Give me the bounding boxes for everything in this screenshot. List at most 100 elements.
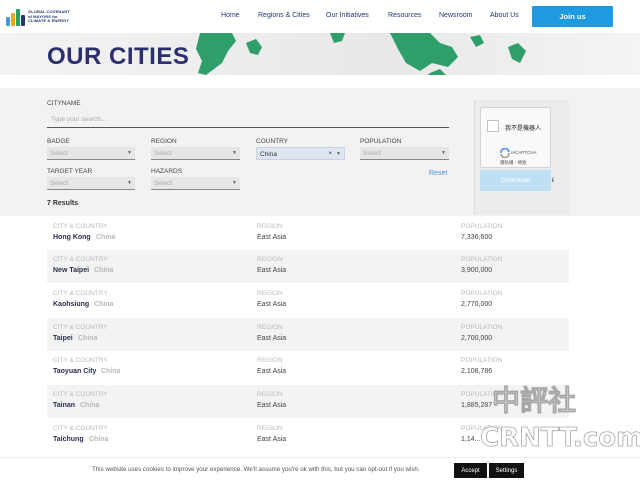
region-value: East Asia: [257, 368, 287, 375]
country-name: China: [80, 402, 100, 409]
recaptcha-label: 我不是機器人: [505, 126, 542, 132]
country-name: China: [96, 234, 116, 241]
population-column-label: POPULATION: [461, 391, 503, 398]
recaptcha-terms[interactable]: 隱私權 - 條款: [500, 160, 527, 166]
nav-regions-cities[interactable]: Regions & Cities: [258, 12, 310, 19]
city-country-column-label: CITY & COUNTRY: [53, 223, 108, 230]
population-value: 2,700,000: [461, 335, 493, 342]
hazards-select-value: Select: [154, 180, 173, 187]
city-name[interactable]: Kaohsiung: [53, 301, 89, 308]
target-year-select[interactable]: Select ▼: [47, 177, 135, 190]
download-button[interactable]: Download: [480, 170, 551, 191]
region-value: East Asia: [257, 301, 287, 308]
region-column-label: REGION: [257, 391, 283, 398]
population-value: 1,14...: [461, 436, 481, 443]
city-name[interactable]: New Taipei: [53, 267, 89, 274]
result-row[interactable]: CITY & COUNTRY REGION POPULATION Taoyuan Ci…: [47, 351, 569, 384]
country-name: China: [78, 335, 98, 342]
info-icon[interactable]: i: [552, 178, 554, 184]
city-country-column-label: CITY & COUNTRY: [53, 290, 108, 297]
city-country-column-label: CITY & COUNTRY: [53, 324, 108, 331]
region-select-value: Select: [154, 150, 173, 157]
population-column-label: POPULATION: [461, 290, 503, 297]
chevron-down-icon: ▼: [232, 180, 237, 186]
country-name: China: [89, 436, 109, 443]
population-column-label: POPULATION: [461, 324, 503, 331]
results-count: 7 Results: [47, 200, 79, 207]
population-label: POPULATION: [360, 138, 402, 145]
badge-label: BADGE: [47, 138, 70, 145]
population-value: 2,108,786: [461, 368, 493, 375]
logo-text: GLOBAL COVENANT of MAYORS for CLIMATE & …: [28, 9, 70, 24]
population-value: 2,770,000: [461, 301, 493, 308]
recaptcha-logo-icon: [500, 148, 510, 158]
result-row[interactable]: CITY & COUNTRY REGION POPULATION Kaohsiung C…: [47, 284, 569, 317]
population-value: 7,336,600: [461, 234, 493, 241]
recaptcha-checkbox[interactable]: [487, 120, 499, 132]
city-country-column-label: CITY & COUNTRY: [53, 256, 108, 263]
population-column-label: POPULATION: [461, 357, 503, 364]
result-row[interactable]: CITY & COUNTRY REGION POPULATION Taichung Ch…: [47, 419, 569, 452]
site-logo[interactable]: GLOBAL COVENANT of MAYORS for CLIMATE & …: [6, 7, 78, 27]
population-select-value: Select: [363, 150, 382, 157]
city-name[interactable]: Taoyuan City: [53, 368, 96, 375]
nav-newsroom[interactable]: Newsroom: [439, 12, 472, 19]
country-name: China: [94, 267, 114, 274]
region-value: East Asia: [257, 267, 287, 274]
country-name: China: [94, 301, 114, 308]
result-row[interactable]: CITY & COUNTRY REGION POPULATION Tainan Chin…: [47, 385, 569, 418]
hazards-select[interactable]: Select ▼: [151, 177, 240, 190]
population-select[interactable]: Select ▼: [360, 147, 449, 160]
city-country-column-label: CITY & COUNTRY: [53, 425, 108, 432]
cookie-bar: This website uses cookies to improve you…: [0, 457, 640, 481]
city-name[interactable]: Taipei: [53, 335, 73, 342]
country-name: China: [101, 368, 121, 375]
badge-select-value: Select: [50, 150, 69, 157]
chevron-down-icon: ▼: [127, 150, 132, 156]
badge-select[interactable]: Select ▼: [47, 147, 135, 160]
chevron-down-icon: ▼: [127, 180, 132, 186]
chevron-down-icon: ▼: [232, 150, 237, 156]
join-us-button[interactable]: Join us: [532, 6, 613, 27]
country-select-value: China: [260, 151, 277, 158]
region-column-label: REGION: [257, 324, 283, 331]
city-name[interactable]: Hong Kong: [53, 234, 91, 241]
target-year-label: TARGET YEAR: [47, 168, 93, 175]
city-name[interactable]: Tainan: [53, 402, 75, 409]
hero-banner: OUR CITIES: [0, 33, 640, 75]
reset-link[interactable]: Reset: [429, 170, 447, 177]
country-select[interactable]: China × ▼: [256, 147, 345, 160]
region-value: East Asia: [257, 234, 287, 241]
population-column-label: POPULATION: [461, 223, 503, 230]
region-select[interactable]: Select ▼: [151, 147, 240, 160]
cookie-settings-button[interactable]: Settings: [489, 463, 524, 478]
result-row[interactable]: CITY & COUNTRY REGION POPULATION Hong Kong C…: [47, 217, 569, 250]
population-column-label: POPULATION: [461, 425, 503, 432]
recaptcha-brand: reCAPTCHA: [511, 150, 537, 155]
region-value: East Asia: [257, 335, 287, 342]
result-row[interactable]: CITY & COUNTRY REGION POPULATION Taipei Chin…: [47, 318, 569, 351]
page-title: OUR CITIES: [47, 43, 190, 70]
search-placeholder: Type your search...: [51, 116, 107, 123]
region-column-label: REGION: [257, 357, 283, 364]
logo-bars-icon: [6, 8, 25, 26]
cookie-accept-button[interactable]: Accept: [454, 463, 487, 478]
population-column-label: POPULATION: [461, 256, 503, 263]
region-column-label: REGION: [257, 256, 283, 263]
nav-resources[interactable]: Resources: [388, 12, 421, 19]
hazards-label: HAZARDS: [151, 168, 183, 175]
cityname-label: CITYNAME: [47, 100, 81, 107]
region-column-label: REGION: [257, 425, 283, 432]
result-row[interactable]: CITY & COUNTRY REGION POPULATION New Taipei…: [47, 250, 569, 283]
region-value: East Asia: [257, 402, 287, 409]
chevron-down-icon: ▼: [441, 150, 446, 156]
clear-selection-icon[interactable]: ×: [328, 151, 332, 157]
recaptcha-widget: 我不是機器人 reCAPTCHA 隱私權 - 條款: [480, 107, 551, 168]
city-search-input[interactable]: Type your search...: [47, 111, 449, 128]
nav-our-initiatives[interactable]: Our Initiatives: [326, 12, 369, 19]
nav-home[interactable]: Home: [221, 12, 240, 19]
nav-about-us[interactable]: About Us: [490, 12, 519, 19]
city-name[interactable]: Taichung: [53, 436, 84, 443]
cookie-text: This website uses cookies to improve you…: [92, 466, 420, 473]
site-header: GLOBAL COVENANT of MAYORS for CLIMATE & …: [0, 0, 640, 33]
